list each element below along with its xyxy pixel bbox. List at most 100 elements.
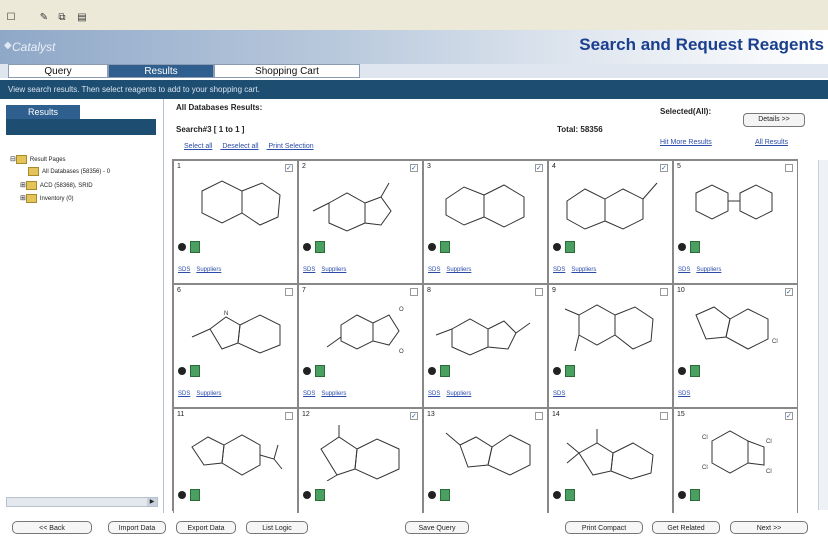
view-icon[interactable] [428, 491, 436, 499]
result-cell[interactable]: 1 ✓ SDS Suppliers [173, 160, 298, 284]
add-to-cart-icon[interactable] [690, 365, 700, 377]
next-button[interactable]: Next >> [730, 521, 808, 534]
add-to-cart-icon[interactable] [315, 241, 325, 253]
view-icon[interactable] [428, 367, 436, 375]
structure-drawing[interactable] [182, 419, 290, 481]
structure-drawing[interactable] [432, 295, 540, 357]
export-data-button[interactable]: Export Data [176, 521, 236, 534]
print-selection-link[interactable]: Print Selection [269, 143, 314, 150]
sds-link[interactable]: SDS [678, 267, 690, 273]
view-icon[interactable] [678, 491, 686, 499]
add-to-cart-icon[interactable] [565, 241, 575, 253]
result-cell[interactable]: 4 ✓ SDS Suppliers [548, 160, 673, 284]
structure-drawing[interactable] [182, 171, 290, 233]
tab-shopping-cart[interactable]: Shopping Cart [214, 64, 360, 78]
suppliers-link[interactable]: Suppliers [571, 267, 596, 273]
structure-drawing[interactable]: Cl [682, 295, 790, 357]
suppliers-link[interactable]: Suppliers [321, 391, 346, 397]
add-to-cart-icon[interactable] [440, 489, 450, 501]
view-icon[interactable] [178, 491, 186, 499]
suppliers-link[interactable]: Suppliers [696, 267, 721, 273]
sds-link[interactable]: SDS [428, 391, 440, 397]
add-to-cart-icon[interactable] [190, 241, 200, 253]
structure-drawing[interactable] [432, 171, 540, 233]
structure-drawing[interactable]: Cl Cl Cl Cl [682, 419, 790, 481]
deselect-all-link[interactable]: Deselect all [222, 143, 258, 150]
new-icon[interactable]: ☐ [5, 12, 17, 24]
suppliers-link[interactable]: Suppliers [321, 267, 346, 273]
view-icon[interactable] [178, 367, 186, 375]
result-cell[interactable]: 8 SDS Suppliers [423, 284, 548, 408]
result-cell[interactable]: 10 ✓ Cl SDS [673, 284, 798, 408]
sds-link[interactable]: SDS [428, 267, 440, 273]
vertical-scrollbar[interactable] [818, 160, 828, 510]
sds-link[interactable]: SDS [303, 267, 315, 273]
add-to-cart-icon[interactable] [690, 489, 700, 501]
view-icon[interactable] [303, 243, 311, 251]
sds-link[interactable]: SDS [678, 391, 690, 397]
structure-drawing[interactable]: OO [307, 295, 415, 357]
sidebar-horizontal-scrollbar[interactable]: ▶ [6, 497, 158, 507]
all-results-link[interactable]: All Results [755, 139, 788, 146]
suppliers-link[interactable]: Suppliers [196, 391, 221, 397]
structure-drawing[interactable] [432, 419, 540, 481]
view-icon[interactable] [553, 491, 561, 499]
back-button[interactable]: << Back [12, 521, 92, 534]
more-results-link[interactable]: Hit More Results [660, 139, 712, 146]
structure-drawing[interactable] [682, 171, 790, 233]
tree-node-acd[interactable]: ⊞ ACD (58368), SRID [10, 179, 160, 192]
add-to-cart-icon[interactable] [690, 241, 700, 253]
add-to-cart-icon[interactable] [190, 489, 200, 501]
structure-drawing[interactable]: N [182, 295, 290, 357]
sds-link[interactable]: SDS [178, 391, 190, 397]
view-icon[interactable] [428, 243, 436, 251]
structure-drawing[interactable] [307, 171, 415, 233]
add-to-cart-icon[interactable] [565, 365, 575, 377]
view-icon[interactable] [678, 243, 686, 251]
print-compact-button[interactable]: Print Compact [565, 521, 643, 534]
suppliers-link[interactable]: Suppliers [446, 267, 471, 273]
sidebar-tab-results[interactable]: Results [6, 105, 80, 119]
sds-link[interactable]: SDS [303, 391, 315, 397]
tab-query[interactable]: Query [8, 64, 108, 78]
suppliers-link[interactable]: Suppliers [196, 267, 221, 273]
tree-node-all-databases[interactable]: All Databases (58356) - 0 [10, 166, 160, 179]
view-icon[interactable] [303, 491, 311, 499]
result-cell[interactable]: 7 O O SDS Suppliers [298, 284, 423, 408]
add-to-cart-icon[interactable] [440, 241, 450, 253]
get-related-button[interactable]: Get Related [652, 521, 720, 534]
view-icon[interactable] [178, 243, 186, 251]
add-to-cart-icon[interactable] [440, 365, 450, 377]
scroll-right-icon[interactable]: ▶ [147, 498, 157, 506]
view-icon[interactable] [678, 367, 686, 375]
result-cell[interactable]: 3 ✓ SDS Suppliers [423, 160, 548, 284]
select-all-link[interactable]: Select all [184, 143, 212, 150]
edit-icon[interactable]: ✎ [38, 12, 50, 24]
print-icon[interactable]: ▤ [76, 12, 88, 24]
save-query-button[interactable]: Save Query [405, 521, 469, 534]
view-icon[interactable] [553, 367, 561, 375]
list-logic-button[interactable]: List Logic [246, 521, 308, 534]
structure-drawing[interactable] [557, 171, 665, 233]
add-to-cart-icon[interactable] [190, 365, 200, 377]
view-icon[interactable] [553, 243, 561, 251]
structure-drawing[interactable] [557, 295, 665, 357]
tree-node-inventory[interactable]: ⊞ Inventory (0) [10, 192, 160, 205]
tree-node-result-pages[interactable]: ⊟ Result Pages [10, 153, 160, 166]
view-icon[interactable] [303, 367, 311, 375]
sds-link[interactable]: SDS [553, 267, 565, 273]
result-cell[interactable]: 2 ✓ SDS Suppliers [298, 160, 423, 284]
suppliers-link[interactable]: Suppliers [446, 391, 471, 397]
details-button[interactable]: Details >> [743, 113, 805, 127]
sds-link[interactable]: SDS [553, 391, 565, 397]
structure-drawing[interactable] [557, 419, 665, 481]
add-to-cart-icon[interactable] [315, 489, 325, 501]
sds-link[interactable]: SDS [178, 267, 190, 273]
import-data-button[interactable]: Import Data [108, 521, 166, 534]
add-to-cart-icon[interactable] [565, 489, 575, 501]
add-to-cart-icon[interactable] [315, 365, 325, 377]
copy-icon[interactable]: ⧉ [56, 12, 68, 24]
result-cell[interactable]: 6 N SDS Suppliers [173, 284, 298, 408]
structure-drawing[interactable] [307, 419, 415, 482]
result-cell[interactable]: 5 SDS Suppliers [673, 160, 798, 284]
